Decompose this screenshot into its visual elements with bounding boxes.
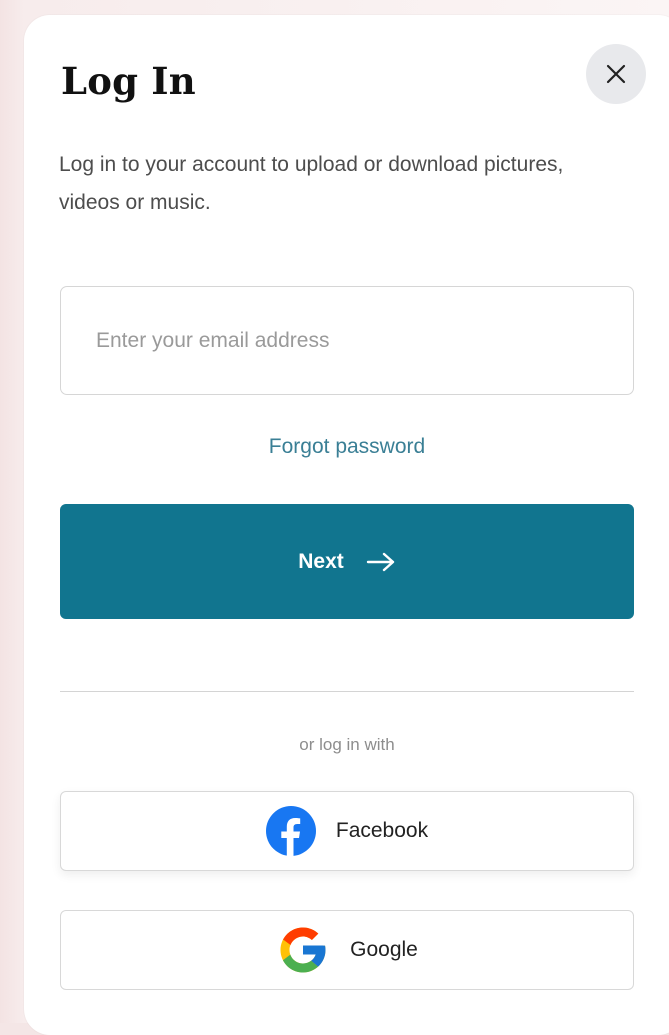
next-button[interactable]: Next — [60, 504, 634, 619]
close-icon — [605, 63, 627, 85]
facebook-login-label: Facebook — [335, 819, 429, 842]
google-login-button[interactable]: Google — [60, 910, 634, 990]
arrow-right-icon — [366, 551, 396, 573]
social-login-caption: or log in with — [299, 735, 395, 754]
email-field[interactable] — [60, 286, 634, 395]
facebook-icon — [265, 806, 316, 856]
modal-title: Log In — [61, 59, 196, 103]
login-modal: Log In Log in to your account to upload … — [24, 15, 669, 1035]
google-login-label: Google — [350, 938, 418, 961]
google-icon — [276, 923, 330, 977]
facebook-login-button[interactable]: Facebook — [60, 791, 634, 871]
close-button[interactable] — [586, 44, 646, 104]
forgot-password-link[interactable]: Forgot password — [60, 435, 634, 459]
next-button-label: Next — [298, 549, 344, 573]
divider — [60, 691, 634, 692]
modal-subtitle: Log in to your account to upload or down… — [59, 153, 564, 214]
